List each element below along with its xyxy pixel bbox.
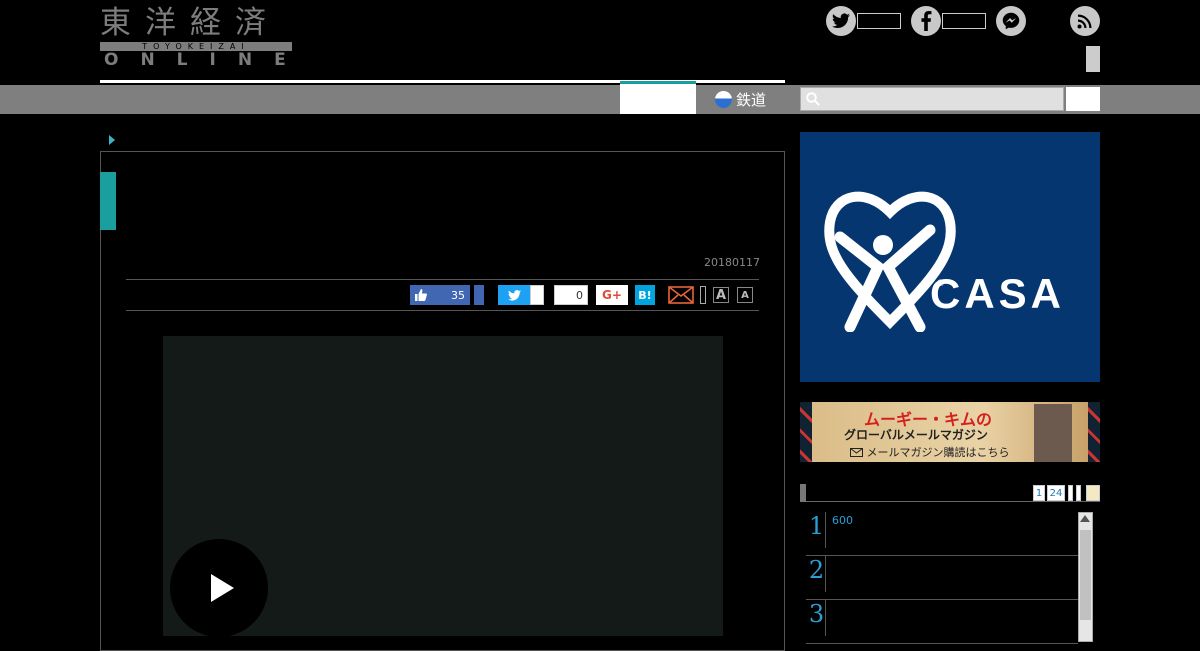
author-photo [1034, 404, 1072, 462]
site-logo-online: ONLINE [104, 50, 308, 70]
like-count: 35 [451, 288, 465, 302]
breadcrumb-arrow-icon [109, 135, 115, 145]
tweet-count [530, 285, 544, 305]
twitter-bird-icon [507, 289, 521, 301]
ranking-tab[interactable] [1086, 485, 1100, 501]
google-plus-button[interactable]: G+ [596, 285, 628, 305]
rank-number: 2 [808, 556, 826, 592]
ad-casa-banner[interactable]: ® CASA [800, 132, 1100, 382]
ranking-header-mark [800, 484, 806, 502]
ranking-list: 1 600 2 3 [806, 512, 1078, 644]
nav-tab-railway[interactable]: 鉄道 [696, 85, 785, 114]
rank-number: 3 [808, 600, 826, 636]
mail-icon[interactable] [668, 286, 694, 304]
facebook-share-button[interactable] [474, 285, 484, 305]
hatebu-count: 0 [554, 285, 588, 305]
twitter-icon[interactable] [826, 6, 856, 36]
ranking-item[interactable]: 3 [806, 600, 1078, 644]
ranking-item[interactable]: 1 600 [806, 512, 1078, 556]
ranking-tab[interactable] [1076, 485, 1081, 501]
banner-cta-text: メールマガジン購読はこちら [866, 446, 1010, 459]
play-icon [210, 574, 234, 602]
nav-tab-active[interactable] [620, 81, 696, 114]
category-tag [100, 172, 116, 230]
font-size-large-button[interactable]: A [713, 287, 729, 303]
scroll-up-arrow-icon[interactable] [1080, 515, 1090, 522]
messenger-icon[interactable] [996, 6, 1026, 36]
article-date: 20180117 [704, 256, 760, 269]
facebook-like-count[interactable] [942, 13, 986, 29]
rank-number: 1 [808, 512, 826, 548]
login-button[interactable] [1086, 46, 1100, 72]
envelope-icon [850, 448, 863, 457]
railway-icon [714, 91, 732, 108]
banner-stripe [800, 402, 812, 462]
nav-tab-railway-label: 鉄道 [735, 91, 766, 109]
banner-subtitle: グローバルメールマガジン [844, 428, 988, 442]
ranking-tab[interactable] [1068, 485, 1073, 501]
ad-mail-magazine-banner[interactable]: ムーギー・キムの グローバルメールマガジン メールマガジン購読はこちら [800, 402, 1100, 462]
ranking-tab-24[interactable]: 24 [1047, 485, 1065, 501]
search-icon [806, 92, 820, 106]
divider [126, 310, 759, 311]
play-button[interactable] [170, 539, 268, 637]
casa-brand-text: CASA [930, 270, 1066, 317]
banner-stripe [1088, 402, 1100, 462]
font-size-small-button[interactable]: A [737, 287, 753, 303]
rss-icon[interactable] [1070, 6, 1100, 36]
print-button[interactable] [700, 286, 706, 304]
search-input[interactable] [800, 87, 1064, 111]
banner-cta: メールマガジン購読はこちら [850, 444, 1010, 460]
ranking-item[interactable]: 2 [806, 556, 1078, 600]
ranking-tab-1[interactable]: 1 [1033, 485, 1045, 501]
thumbs-up-icon [415, 289, 427, 301]
hatena-bookmark-button[interactable]: B! [635, 285, 655, 305]
rank-title: 600 [832, 514, 853, 527]
twitter-follow-count[interactable] [857, 13, 901, 29]
facebook-icon[interactable] [911, 6, 941, 36]
scroll-thumb[interactable] [1080, 530, 1091, 620]
divider [126, 279, 759, 280]
tweet-button[interactable] [498, 285, 530, 305]
search-button[interactable] [1066, 87, 1100, 111]
facebook-like-button[interactable]: 35 [410, 285, 470, 305]
site-logo[interactable]: 東洋経済 [100, 4, 292, 42]
